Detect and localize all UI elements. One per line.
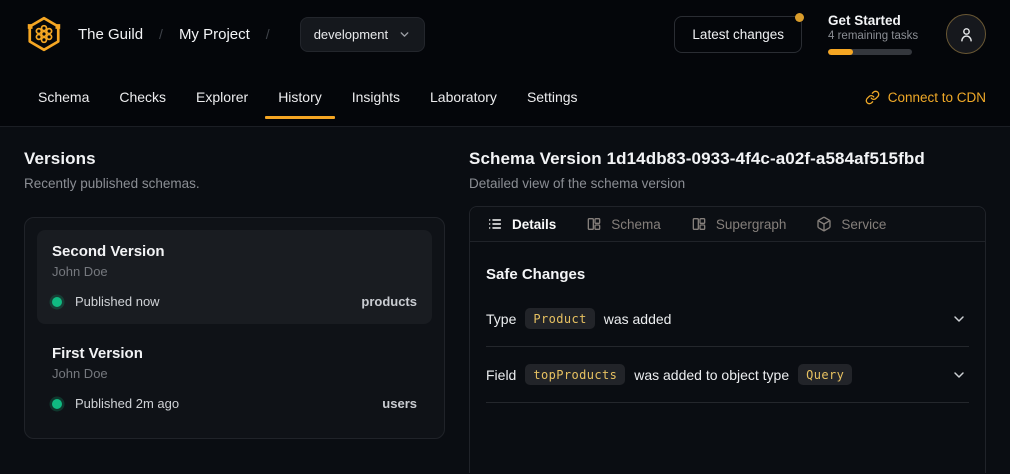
breadcrumb-org[interactable]: The Guild [78, 26, 143, 43]
version-service: users [382, 396, 417, 411]
version-status-row: Published now products [52, 294, 417, 309]
breadcrumb-project[interactable]: My Project [179, 26, 250, 43]
breadcrumb-separator: / [266, 26, 270, 42]
version-author: John Doe [52, 264, 417, 279]
tab-explorer[interactable]: Explorer [181, 68, 263, 126]
columns-icon [586, 216, 602, 232]
get-started-progress-track [828, 49, 912, 55]
change-suffix: was added to object type [634, 367, 789, 383]
versions-subtitle: Recently published schemas. [24, 176, 445, 191]
header: The Guild / My Project / development Lat… [0, 0, 1010, 68]
published-status-icon [52, 399, 62, 409]
get-started-subtitle: 4 remaining tasks [828, 30, 920, 42]
breadcrumb-separator: / [159, 26, 163, 42]
target-selector[interactable]: development [300, 17, 425, 52]
latest-changes-button[interactable]: Latest changes [674, 16, 802, 53]
target-selector-value: development [314, 27, 388, 42]
chevron-down-icon [398, 28, 411, 41]
header-actions: Latest changes Get Started 4 remaining t… [674, 13, 986, 55]
detail-tab-label: Schema [611, 217, 661, 232]
detail-tab-label: Service [841, 217, 886, 232]
notification-dot [795, 13, 804, 22]
version-status-row: Published 2m ago users [52, 396, 417, 411]
change-description: Field topProducts was added to object ty… [486, 364, 852, 385]
connect-to-cdn-label: Connect to CDN [888, 90, 986, 105]
version-title: Second Version [52, 243, 417, 260]
main-nav: Schema Checks Explorer History Insights … [0, 68, 1010, 126]
detail-tabbar: Details Schema [470, 207, 985, 242]
get-started-title: Get Started [828, 13, 920, 28]
tab-laboratory[interactable]: Laboratory [415, 68, 512, 126]
detail-body: Safe Changes Type Product was added Fiel… [470, 242, 985, 403]
version-status: Published now [75, 294, 160, 309]
link-icon [865, 90, 880, 105]
tab-history[interactable]: History [263, 68, 337, 126]
change-prefix: Field [486, 367, 516, 383]
user-avatar[interactable] [946, 14, 986, 54]
schema-version-subtitle: Detailed view of the schema version [469, 176, 986, 191]
change-description: Type Product was added [486, 308, 671, 329]
chevron-down-icon[interactable] [951, 311, 967, 327]
change-row[interactable]: Type Product was added [486, 291, 969, 347]
version-author: John Doe [52, 366, 417, 381]
version-detail-panel: Schema Version 1d14db83-0933-4f4c-a02f-a… [469, 149, 986, 473]
versions-panel: Versions Recently published schemas. Sec… [24, 149, 445, 473]
version-list-item[interactable]: Second Version John Doe Published now pr… [37, 230, 432, 324]
latest-changes-label: Latest changes [692, 27, 784, 42]
change-row[interactable]: Field topProducts was added to object ty… [486, 347, 969, 403]
change-prefix: Type [486, 311, 516, 327]
tab-settings[interactable]: Settings [512, 68, 593, 126]
detail-tab-details[interactable]: Details [487, 216, 556, 232]
versions-title: Versions [24, 149, 445, 169]
tab-checks[interactable]: Checks [104, 68, 181, 126]
version-title: First Version [52, 345, 417, 362]
change-code-badge: Query [798, 364, 852, 385]
get-started-widget[interactable]: Get Started 4 remaining tasks [828, 13, 920, 55]
version-status: Published 2m ago [75, 396, 179, 411]
top-bar: The Guild / My Project / development Lat… [0, 0, 1010, 127]
version-service: products [361, 294, 417, 309]
tab-insights[interactable]: Insights [337, 68, 415, 126]
nav-tabs: Schema Checks Explorer History Insights … [24, 68, 593, 126]
change-suffix: was added [604, 311, 672, 327]
version-detail-card: Details Schema [469, 206, 986, 473]
detail-tab-label: Details [512, 217, 556, 232]
versions-list: Second Version John Doe Published now pr… [24, 217, 445, 439]
safe-changes-heading: Safe Changes [486, 266, 969, 283]
main-content: Versions Recently published schemas. Sec… [0, 127, 1010, 473]
connect-to-cdn-link[interactable]: Connect to CDN [865, 68, 986, 126]
schema-version-title: Schema Version 1d14db83-0933-4f4c-a02f-a… [469, 149, 986, 169]
change-code-badge: topProducts [525, 364, 625, 385]
get-started-progress-fill [828, 49, 853, 55]
cube-icon [816, 216, 832, 232]
guild-logo-icon[interactable] [24, 15, 64, 53]
list-icon [487, 216, 503, 232]
person-icon [957, 25, 976, 44]
breadcrumb: The Guild / My Project / development [24, 15, 425, 53]
detail-tab-service[interactable]: Service [816, 216, 886, 232]
detail-tab-label: Supergraph [716, 217, 787, 232]
version-list-item[interactable]: First Version John Doe Published 2m ago … [37, 332, 432, 426]
tab-schema[interactable]: Schema [24, 68, 104, 126]
chevron-down-icon[interactable] [951, 367, 967, 383]
detail-tab-schema[interactable]: Schema [586, 216, 661, 232]
columns-icon [691, 216, 707, 232]
published-status-icon [52, 297, 62, 307]
detail-tab-supergraph[interactable]: Supergraph [691, 216, 787, 232]
change-code-badge: Product [525, 308, 594, 329]
